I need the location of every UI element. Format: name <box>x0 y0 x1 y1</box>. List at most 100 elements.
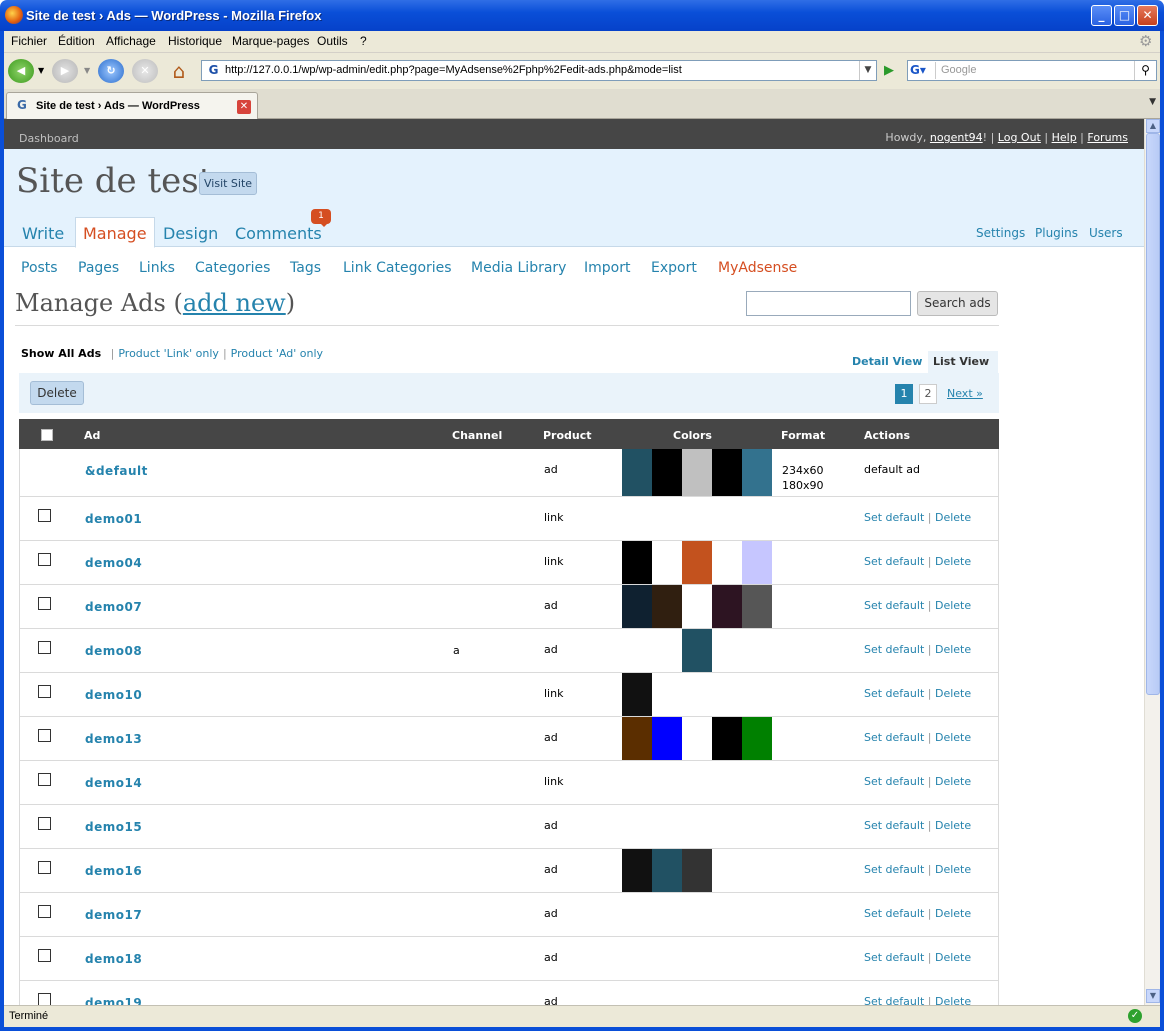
delete-ad-link[interactable]: Delete <box>935 555 971 568</box>
google-engine-icon[interactable]: G▾ <box>910 62 936 79</box>
tab-write[interactable]: Write <box>22 224 64 243</box>
row-checkbox[interactable] <box>38 553 51 566</box>
forward-arrow-icon[interactable]: ▶ <box>52 59 78 83</box>
maximize-button[interactable]: □ <box>1114 5 1135 26</box>
ad-name-link[interactable]: &default <box>85 464 148 478</box>
dashboard-link[interactable]: Dashboard <box>19 132 79 145</box>
menu-marque-pages[interactable]: Marque-pages <box>232 34 309 48</box>
url-dropdown-icon[interactable]: ▼ <box>859 61 876 80</box>
tab-plugins[interactable]: Plugins <box>1035 226 1078 240</box>
back-arrow-icon[interactable]: ◀ <box>8 59 34 83</box>
subnav-tags[interactable]: Tags <box>290 260 321 276</box>
back-dropdown-icon[interactable]: ▼ <box>38 66 44 75</box>
delete-ad-link[interactable]: Delete <box>935 819 971 832</box>
detail-view-link[interactable]: Detail View <box>852 355 922 368</box>
delete-ad-link[interactable]: Delete <box>935 511 971 524</box>
menu-affichage[interactable]: Affichage <box>106 34 156 48</box>
ad-name-link[interactable]: demo04 <box>85 556 142 570</box>
stop-icon[interactable]: ✕ <box>132 59 158 83</box>
close-tab-icon[interactable]: ✕ <box>237 100 251 114</box>
menu-edition[interactable]: Édition <box>58 34 95 48</box>
menu-help[interactable]: ? <box>360 34 367 48</box>
go-arrow-icon[interactable]: ▶ <box>879 62 899 80</box>
ad-name-link[interactable]: demo18 <box>85 952 142 966</box>
list-view-tab[interactable]: List View <box>928 351 998 373</box>
filter-link-only[interactable]: Product 'Link' only <box>118 347 219 360</box>
row-checkbox[interactable] <box>38 729 51 742</box>
ad-name-link[interactable]: demo16 <box>85 864 142 878</box>
url-bar[interactable]: G http://127.0.0.1/wp/wp-admin/edit.php?… <box>201 60 877 81</box>
ad-name-link[interactable]: demo13 <box>85 732 142 746</box>
reload-icon[interactable]: ↻ <box>98 59 124 83</box>
row-checkbox[interactable] <box>38 597 51 610</box>
select-all-checkbox[interactable] <box>41 429 53 441</box>
forums-link[interactable]: Forums <box>1087 131 1128 144</box>
minimize-button[interactable]: _ <box>1091 5 1112 26</box>
subnav-myadsense[interactable]: MyAdsense <box>718 260 797 276</box>
menu-outils[interactable]: Outils <box>317 34 348 48</box>
set-default-link[interactable]: Set default <box>864 731 924 744</box>
browser-tab[interactable]: G Site de test › Ads — WordPress ✕ <box>6 92 258 119</box>
delete-ad-link[interactable]: Delete <box>935 951 971 964</box>
menu-historique[interactable]: Historique <box>168 34 222 48</box>
username-link[interactable]: nogent94 <box>930 131 983 144</box>
scroll-down-icon[interactable]: ▼ <box>1146 989 1160 1003</box>
row-checkbox[interactable] <box>38 993 51 1005</box>
set-default-link[interactable]: Set default <box>864 511 924 524</box>
set-default-link[interactable]: Set default <box>864 907 924 920</box>
ad-name-link[interactable]: demo17 <box>85 908 142 922</box>
subnav-categories[interactable]: Categories <box>195 260 270 276</box>
tab-manage[interactable]: Manage <box>75 217 155 248</box>
subnav-links[interactable]: Links <box>139 260 175 276</box>
home-icon[interactable]: ⌂ <box>166 59 192 83</box>
subnav-posts[interactable]: Posts <box>21 260 58 276</box>
subnav-export[interactable]: Export <box>651 260 697 276</box>
set-default-link[interactable]: Set default <box>864 599 924 612</box>
set-default-link[interactable]: Set default <box>864 555 924 568</box>
ad-name-link[interactable]: demo10 <box>85 688 142 702</box>
tab-design[interactable]: Design <box>163 224 218 243</box>
row-checkbox[interactable] <box>38 949 51 962</box>
tab-comments[interactable]: Comments <box>235 224 322 243</box>
row-checkbox[interactable] <box>38 641 51 654</box>
delete-ad-link[interactable]: Delete <box>935 731 971 744</box>
scroll-up-icon[interactable]: ▲ <box>1146 119 1160 133</box>
magnifier-icon[interactable]: ⚲ <box>1134 61 1156 80</box>
search-ads-input[interactable] <box>746 291 911 316</box>
row-checkbox[interactable] <box>38 685 51 698</box>
logout-link[interactable]: Log Out <box>998 131 1041 144</box>
web-search-box[interactable]: G▾ Google ⚲ <box>907 60 1157 81</box>
delete-ad-link[interactable]: Delete <box>935 995 971 1005</box>
set-default-link[interactable]: Set default <box>864 951 924 964</box>
help-link[interactable]: Help <box>1052 131 1077 144</box>
tab-settings[interactable]: Settings <box>976 226 1025 240</box>
delete-ad-link[interactable]: Delete <box>935 687 971 700</box>
row-checkbox[interactable] <box>38 817 51 830</box>
forward-dropdown-icon[interactable]: ▼ <box>84 66 90 75</box>
tab-users[interactable]: Users <box>1089 226 1123 240</box>
ad-name-link[interactable]: demo19 <box>85 996 142 1005</box>
row-checkbox[interactable] <box>38 861 51 874</box>
close-window-button[interactable]: ✕ <box>1137 5 1158 26</box>
subnav-import[interactable]: Import <box>584 260 630 276</box>
next-page-link[interactable]: Next » <box>947 387 983 400</box>
delete-ad-link[interactable]: Delete <box>935 599 971 612</box>
ad-name-link[interactable]: demo14 <box>85 776 142 790</box>
filter-all[interactable]: Show All Ads <box>21 347 101 360</box>
search-ads-button[interactable]: Search ads <box>917 291 998 316</box>
ad-name-link[interactable]: demo08 <box>85 644 142 658</box>
delete-ad-link[interactable]: Delete <box>935 907 971 920</box>
ad-name-link[interactable]: demo15 <box>85 820 142 834</box>
visit-site-button[interactable]: Visit Site <box>199 172 258 195</box>
delete-ad-link[interactable]: Delete <box>935 775 971 788</box>
delete-ad-link[interactable]: Delete <box>935 643 971 656</box>
set-default-link[interactable]: Set default <box>864 819 924 832</box>
set-default-link[interactable]: Set default <box>864 863 924 876</box>
add-new-link[interactable]: add new <box>183 289 286 317</box>
menu-fichier[interactable]: Fichier <box>11 34 47 48</box>
subnav-pages[interactable]: Pages <box>78 260 119 276</box>
page-2-link[interactable]: 2 <box>919 384 937 404</box>
ad-name-link[interactable]: demo07 <box>85 600 142 614</box>
set-default-link[interactable]: Set default <box>864 775 924 788</box>
row-checkbox[interactable] <box>38 509 51 522</box>
